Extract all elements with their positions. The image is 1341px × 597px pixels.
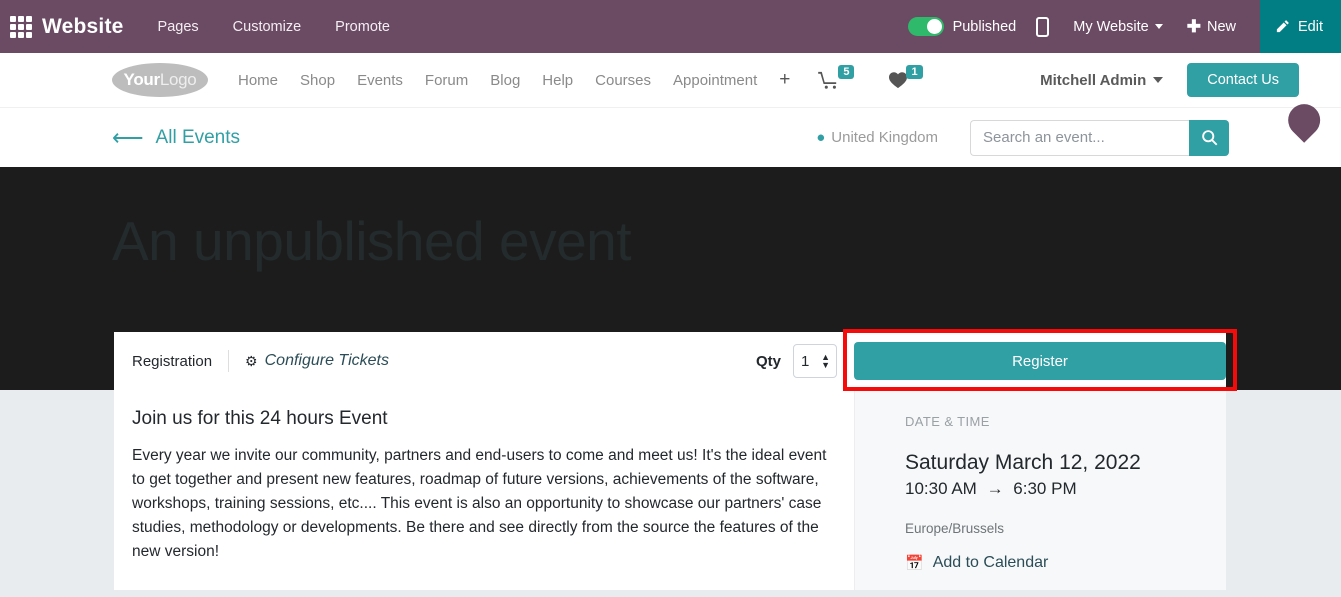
location-selector[interactable]: ● United Kingdom	[816, 129, 938, 146]
app-title: Website	[42, 14, 124, 38]
odoo-systray: Website Pages Customize Promote Publishe…	[0, 0, 1341, 53]
arrow-left-icon[interactable]: ⟵	[112, 126, 144, 149]
nav-events[interactable]: Events	[357, 72, 403, 89]
arrow-right-icon: →	[986, 479, 1004, 498]
event-search-form	[970, 119, 1229, 156]
gear-icon: ⚙	[245, 352, 258, 369]
quantity-stepper[interactable]: 1	[793, 344, 837, 378]
description-body: Every year we invite our community, part…	[132, 447, 827, 560]
logo-bold: Your	[123, 70, 161, 89]
quantity-label: Qty	[755, 352, 781, 370]
events-subnav-right: ● United Kingdom	[816, 119, 1229, 156]
registration-bar: Registration ⚙ Configure Tickets Qty 1 ▲…	[114, 329, 1237, 391]
all-events-link[interactable]: All Events	[156, 127, 240, 149]
event-time-end: 6:30 PM	[1013, 479, 1077, 498]
chevron-down-icon	[1154, 24, 1163, 29]
nav-home[interactable]: Home	[238, 72, 278, 89]
contact-us-button[interactable]: Contact Us	[1187, 63, 1299, 97]
configure-tickets-link[interactable]: ⚙ Configure Tickets	[245, 352, 389, 370]
nav-help[interactable]: Help	[542, 72, 573, 89]
publish-switch[interactable]	[907, 17, 944, 36]
calendar-icon: 📅	[905, 555, 924, 572]
edit-button[interactable]: Edit	[1260, 0, 1341, 53]
event-sidebar: DATE & TIME Saturday March 12, 2022 10:3…	[854, 390, 1226, 590]
nav-blog[interactable]: Blog	[490, 72, 520, 89]
search-icon	[1201, 130, 1217, 146]
nav-forum[interactable]: Forum	[425, 72, 468, 89]
shopping-cart-icon	[818, 71, 837, 89]
add-to-calendar-label: Add to Calendar	[932, 554, 1049, 571]
event-card: Registration ⚙ Configure Tickets Qty 1 ▲…	[114, 329, 1237, 590]
events-subnav: ⟵ All Events ● United Kingdom	[0, 107, 1341, 167]
cart-button[interactable]: 5	[818, 65, 856, 89]
event-time-start: 10:30 AM	[905, 479, 977, 498]
nav-add-icon[interactable]: +	[779, 69, 790, 91]
new-label: New	[1206, 18, 1236, 35]
pencil-icon	[1276, 20, 1289, 33]
apps-grid-icon[interactable]	[10, 15, 32, 38]
quantity-stepper-wrap: 1 ▲ ▼	[793, 344, 837, 378]
site-logo[interactable]: YourLogo	[112, 63, 208, 97]
date-time-heading: DATE & TIME	[905, 414, 990, 429]
mobile-preview-icon[interactable]	[1036, 16, 1050, 37]
event-date: Saturday March 12, 2022	[905, 451, 1141, 474]
heart-icon	[889, 72, 908, 89]
event-description: Join us for this 24 hours Event Every ye…	[114, 390, 854, 590]
search-button[interactable]	[1189, 119, 1229, 156]
new-button[interactable]: ✚ New	[1187, 18, 1236, 35]
systray-right: Published My Website ✚ New Edit	[907, 0, 1341, 53]
event-timezone: Europe/Brussels	[905, 521, 1005, 536]
add-to-calendar-link[interactable]: 📅 Add to Calendar	[905, 554, 1226, 572]
cart-count-badge: 5	[838, 65, 855, 79]
user-menu[interactable]: Mitchell Admin	[1040, 71, 1164, 89]
description-heading: Join us for this 24 hours Event	[132, 408, 388, 429]
logo-light: Logo	[159, 70, 197, 89]
website-selector[interactable]: My Website	[1073, 18, 1163, 35]
location-label: United Kingdom	[831, 129, 938, 146]
wishlist-button[interactable]: 1	[888, 65, 924, 89]
registration-label: Registration	[132, 352, 213, 370]
user-menu-label: Mitchell Admin	[1040, 71, 1147, 89]
nav-shop[interactable]: Shop	[300, 72, 335, 89]
website-selector-label: My Website	[1073, 18, 1149, 35]
page-background: Registration ⚙ Configure Tickets Qty 1 ▲…	[0, 329, 1341, 597]
quantity-group: Qty 1 ▲ ▼	[756, 344, 837, 378]
event-card-body: Join us for this 24 hours Event Every ye…	[114, 390, 1226, 590]
search-input[interactable]	[970, 119, 1189, 156]
map-pin-icon: ●	[816, 129, 826, 146]
event-time: 10:30 AM → 6:30 PM	[905, 479, 1226, 499]
register-slot: Register	[843, 329, 1237, 391]
site-logo-text: YourLogo	[124, 70, 197, 90]
menu-promote[interactable]: Promote	[335, 19, 390, 35]
nav-courses[interactable]: Courses	[595, 72, 651, 89]
wishlist-count-badge: 1	[906, 65, 923, 79]
menu-pages[interactable]: Pages	[158, 19, 199, 35]
publish-toggle[interactable]: Published	[907, 17, 1017, 36]
divider	[228, 350, 230, 372]
plus-icon: ✚	[1186, 17, 1201, 36]
website-header: YourLogo Home Shop Events Forum Blog Hel…	[0, 53, 1341, 143]
configure-tickets-label: Configure Tickets	[264, 352, 389, 369]
menu-customize[interactable]: Customize	[233, 19, 302, 35]
chevron-down-icon	[1153, 77, 1164, 83]
edit-label: Edit	[1298, 18, 1323, 35]
nav-appointment[interactable]: Appointment	[673, 72, 757, 89]
publish-label: Published	[952, 18, 1017, 35]
register-button[interactable]: Register	[854, 342, 1226, 380]
page-title: An unpublished event	[112, 210, 632, 272]
